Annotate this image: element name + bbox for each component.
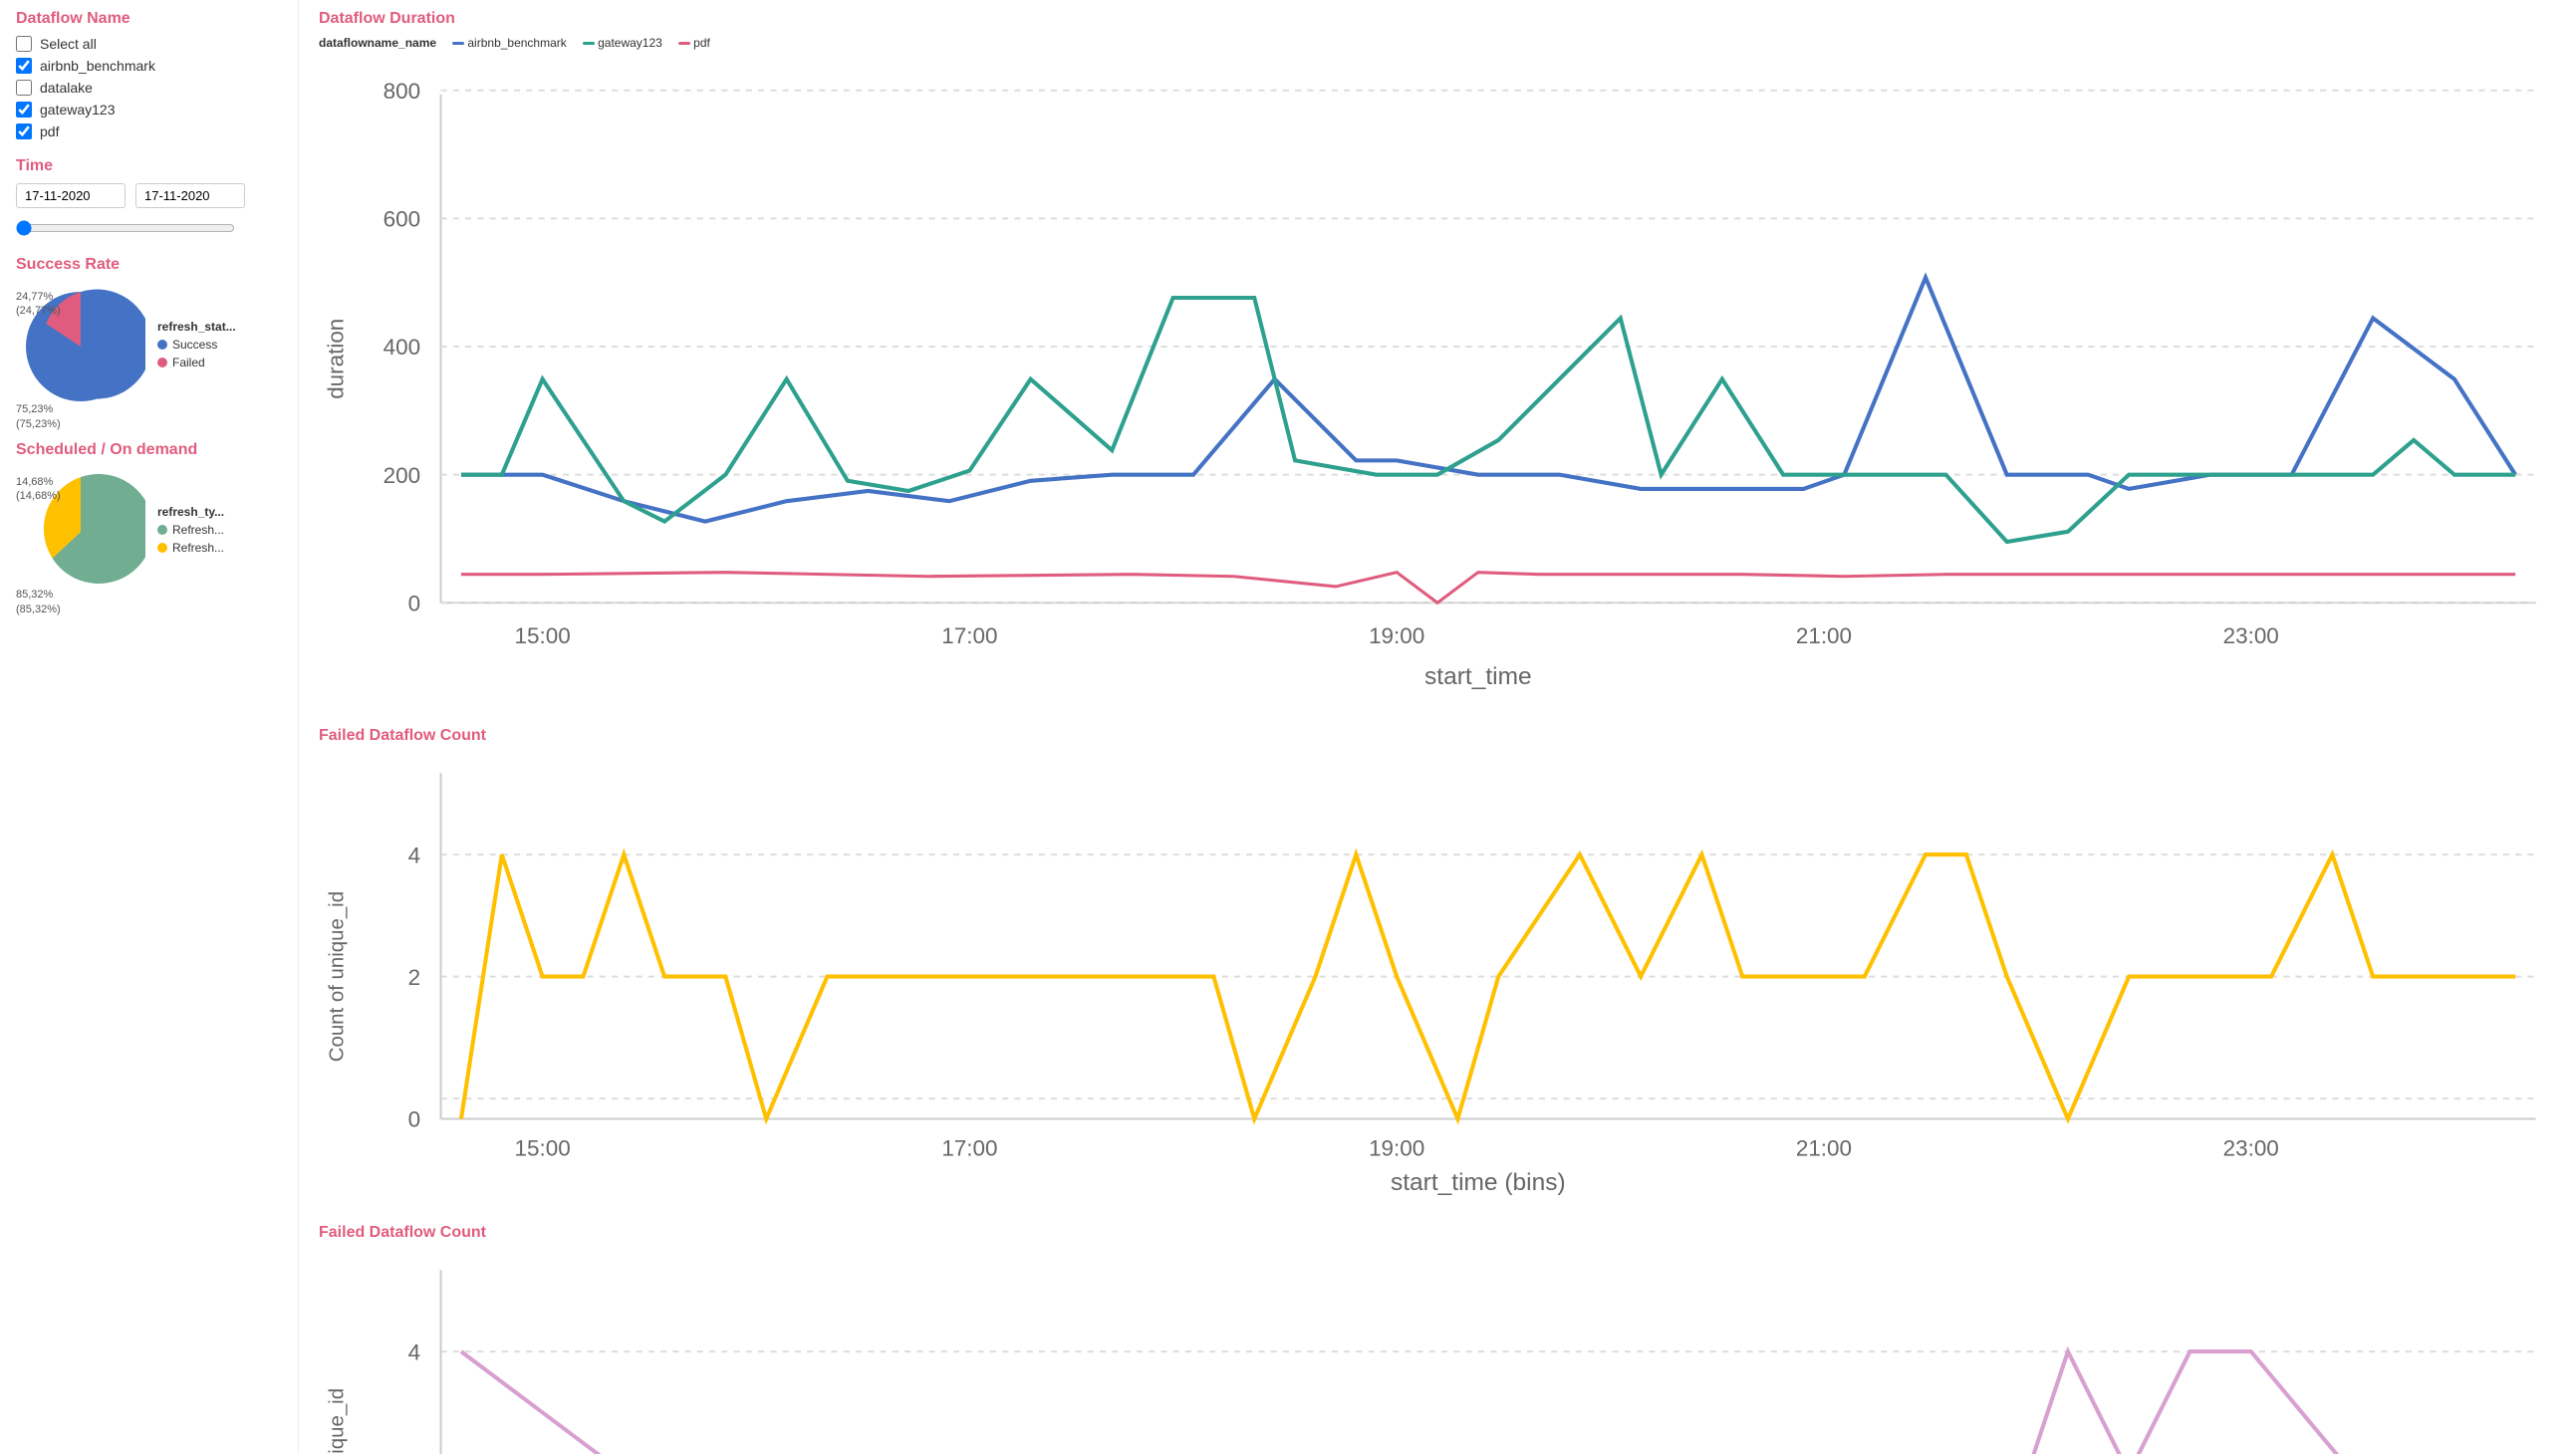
svg-text:4: 4: [408, 1339, 420, 1364]
success-rate-pct-failed: 24,77%(24,77%): [16, 290, 61, 319]
duration-svg: 0 200 400 600 800 duration 15:00 17:00 1…: [319, 54, 2556, 704]
duration-chart-box: 0 200 400 600 800 duration 15:00 17:00 1…: [319, 54, 2556, 707]
success-rate-pct-success: 75,23%(75,23%): [16, 402, 61, 431]
time-slider[interactable]: [16, 220, 235, 236]
legend-label-failed: Failed: [172, 356, 205, 369]
success-rate-legend: refresh_stat... Success Failed: [157, 320, 236, 373]
duration-chart-section: Dataflow Duration dataflowname_name airb…: [319, 10, 2556, 707]
legend-airbnb: airbnb_benchmark: [452, 36, 567, 50]
checkbox-gateway-input[interactable]: [16, 102, 32, 118]
svg-text:15:00: 15:00: [515, 1136, 571, 1161]
sidebar: Dataflow Name Select all airbnb_benchmar…: [0, 0, 299, 1454]
legend-pdf: pdf: [678, 36, 710, 50]
date-to-input[interactable]: [135, 183, 245, 208]
success-rate-section: Success Rate 24,77%: [16, 256, 282, 411]
legend-label-yellow: Refresh...: [172, 541, 224, 555]
failed-count1-title: Failed Dataflow Count: [319, 727, 2556, 745]
time-inputs: [16, 183, 282, 208]
checkbox-airbnb-input[interactable]: [16, 58, 32, 74]
time-title: Time: [16, 157, 282, 175]
checkbox-pdf[interactable]: pdf: [16, 123, 282, 139]
failed-count1-box: 0 2 4 Count of unique_id 15:00 17:00 19:…: [319, 753, 2556, 1203]
success-rate-pie: 24,77%(24,77%) 75,23%(75,23%): [16, 282, 145, 411]
success-rate-chart-wrapper: 24,77%(24,77%) 75,23%(75,23%) refresh_st…: [16, 282, 282, 411]
scheduled-pie: 14,68%(14,68%) 85,32%(85,32%): [16, 467, 145, 597]
legend-refresh-yellow: Refresh...: [157, 541, 224, 555]
svg-text:200: 200: [384, 463, 420, 488]
svg-text:start_time (bins): start_time (bins): [1391, 1169, 1566, 1196]
svg-text:800: 800: [384, 79, 420, 104]
checkbox-airbnb-label: airbnb_benchmark: [40, 58, 155, 74]
duration-chart-title: Dataflow Duration: [319, 10, 2556, 28]
checkbox-gateway-label: gateway123: [40, 102, 116, 118]
failed-count2-box: 0 2 4 Count of unique_id 19:00 20:00 21:…: [319, 1250, 2556, 1454]
svg-text:600: 600: [384, 207, 420, 232]
dataflow-name-title: Dataflow Name: [16, 10, 282, 28]
success-rate-legend-title: refresh_stat...: [157, 320, 236, 334]
checkbox-select-all[interactable]: Select all: [16, 36, 282, 52]
svg-text:23:00: 23:00: [2223, 1136, 2279, 1161]
legend-label-success: Success: [172, 338, 217, 352]
checkbox-pdf-label: pdf: [40, 123, 59, 139]
main-content: Dataflow Duration dataflowname_name airb…: [299, 0, 2576, 1454]
svg-text:Count of unique_id: Count of unique_id: [327, 1387, 349, 1454]
scheduled-section: Scheduled / On demand 14,68%(14,68%) 85,…: [16, 441, 282, 597]
scheduled-pct-teal: 85,32%(85,32%): [16, 588, 61, 616]
failed-count2-title: Failed Dataflow Count: [319, 1224, 2556, 1242]
failed-count2-section: Failed Dataflow Count 0 2 4 Count of uni…: [319, 1224, 2556, 1454]
failed-count1-section: Failed Dataflow Count 0 2 4 Count of uni…: [319, 727, 2556, 1203]
svg-text:0: 0: [408, 1107, 420, 1132]
duration-legend: dataflowname_name airbnb_benchmark gatew…: [319, 36, 2556, 50]
scheduled-pct-yellow: 14,68%(14,68%): [16, 475, 61, 504]
svg-text:2: 2: [408, 965, 420, 990]
checkbox-datalake[interactable]: datalake: [16, 80, 282, 96]
legend-dot-teal: [157, 525, 167, 535]
time-section: Time: [16, 157, 282, 236]
svg-text:21:00: 21:00: [1796, 623, 1852, 648]
legend-label-teal: Refresh...: [172, 523, 224, 537]
svg-text:17:00: 17:00: [941, 1136, 997, 1161]
checkbox-select-all-input[interactable]: [16, 36, 32, 52]
failed-count1-svg: 0 2 4 Count of unique_id 15:00 17:00 19:…: [319, 753, 2556, 1200]
legend-dot-success: [157, 340, 167, 350]
scheduled-legend: refresh_ty... Refresh... Refresh...: [157, 505, 224, 559]
date-from-input[interactable]: [16, 183, 126, 208]
checkbox-datalake-input[interactable]: [16, 80, 32, 96]
checkbox-datalake-label: datalake: [40, 80, 93, 96]
legend-gateway: gateway123: [583, 36, 662, 50]
legend-dot-failed: [157, 358, 167, 367]
svg-text:23:00: 23:00: [2223, 623, 2279, 648]
slider-container: [16, 220, 282, 236]
failed-count2-svg: 0 2 4 Count of unique_id 19:00 20:00 21:…: [319, 1250, 2556, 1454]
duration-legend-label: dataflowname_name: [319, 36, 436, 50]
svg-text:Count of unique_id: Count of unique_id: [327, 891, 349, 1062]
svg-text:19:00: 19:00: [1369, 1136, 1424, 1161]
svg-text:15:00: 15:00: [515, 623, 571, 648]
svg-text:start_time: start_time: [1424, 663, 1532, 690]
legend-success: Success: [157, 338, 236, 352]
checkbox-airbnb[interactable]: airbnb_benchmark: [16, 58, 282, 74]
svg-text:17:00: 17:00: [941, 623, 997, 648]
legend-failed: Failed: [157, 356, 236, 369]
scheduled-legend-title: refresh_ty...: [157, 505, 224, 519]
svg-text:0: 0: [408, 591, 420, 615]
scheduled-title: Scheduled / On demand: [16, 441, 282, 459]
checkbox-pdf-input[interactable]: [16, 123, 32, 139]
success-rate-title: Success Rate: [16, 256, 282, 274]
checkbox-select-all-label: Select all: [40, 36, 97, 52]
scheduled-chart-wrapper: 14,68%(14,68%) 85,32%(85,32%) refresh_ty…: [16, 467, 282, 597]
svg-text:400: 400: [384, 335, 420, 360]
svg-text:21:00: 21:00: [1796, 1136, 1852, 1161]
svg-text:19:00: 19:00: [1369, 623, 1424, 648]
legend-dot-yellow: [157, 543, 167, 553]
svg-text:duration: duration: [324, 319, 349, 399]
svg-text:4: 4: [408, 844, 420, 868]
checkbox-gateway[interactable]: gateway123: [16, 102, 282, 118]
legend-refresh-teal: Refresh...: [157, 523, 224, 537]
